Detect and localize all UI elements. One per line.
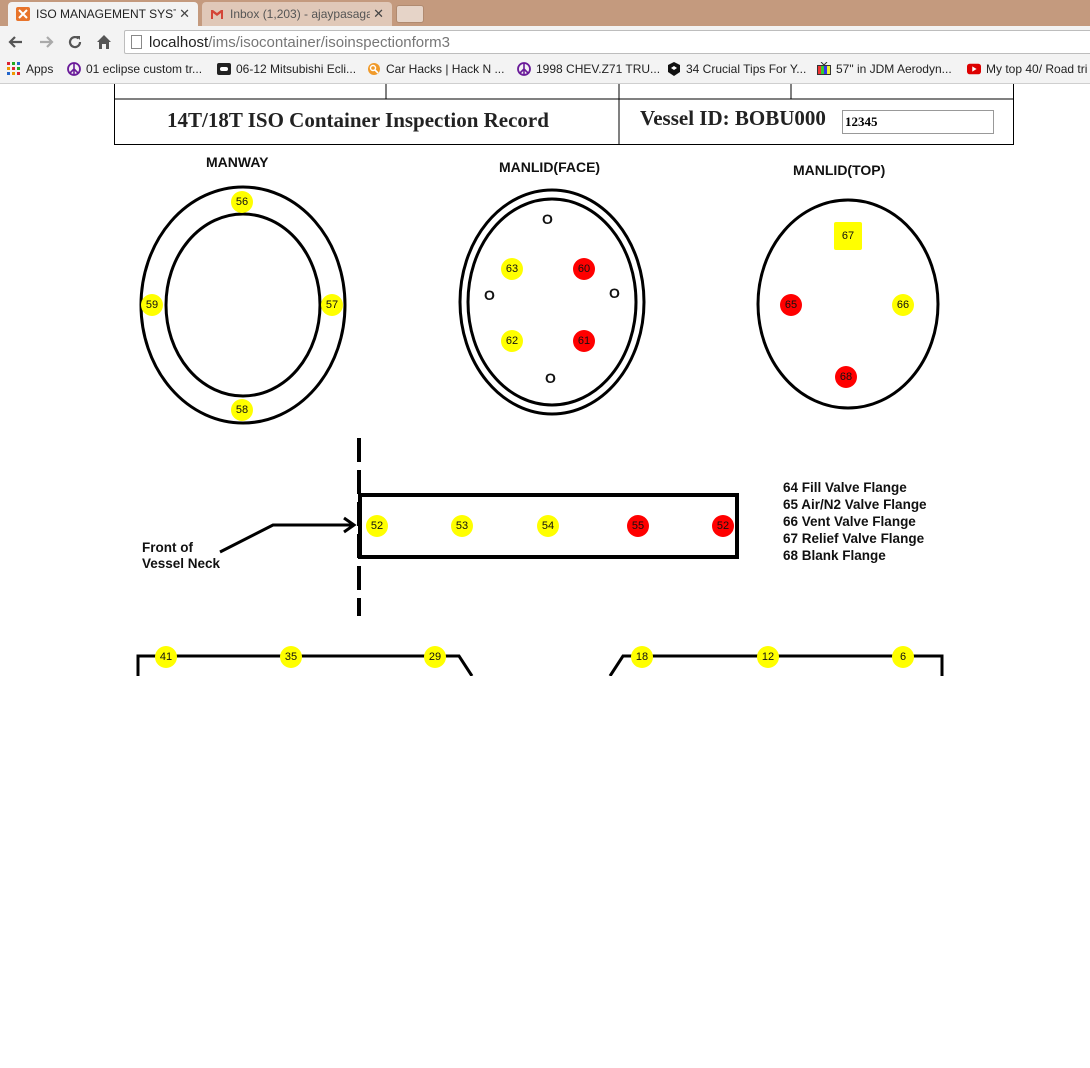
xampp-icon	[16, 7, 30, 21]
tv-icon	[817, 62, 831, 75]
tab-iso-management[interactable]: ISO MANAGEMENT SYSTE ✕	[8, 2, 198, 26]
inspection-point-marker[interactable]: 29	[424, 646, 446, 668]
peace-icon	[517, 62, 531, 76]
bookmark-crucial-tips[interactable]: 34 Crucial Tips For Y...	[667, 62, 806, 76]
address-bar[interactable]: localhost/ims/isocontainer/isoinspection…	[124, 30, 1090, 54]
manlid-top-label: MANLID(TOP)	[793, 162, 886, 178]
inspection-point-marker[interactable]: 18	[631, 646, 653, 668]
blank-page-area	[0, 676, 1090, 1068]
inspection-point-marker[interactable]: 54	[537, 515, 559, 537]
inspection-point-marker[interactable]: 55	[627, 515, 649, 537]
inspection-point-marker[interactable]: 66	[892, 294, 914, 316]
bookmark-label: Apps	[26, 62, 54, 76]
inspection-point-marker[interactable]: 63	[501, 258, 523, 280]
url-text: localhost/ims/isocontainer/isoinspection…	[149, 34, 450, 51]
inspection-point-marker[interactable]: 60	[573, 258, 595, 280]
inspection-point-marker[interactable]: 52	[366, 515, 388, 537]
vessel-id-input[interactable]	[842, 110, 994, 134]
bookmark-label: 1998 CHEV.Z71 TRU...	[536, 62, 661, 76]
bookmark-label: 34 Crucial Tips For Y...	[686, 62, 807, 76]
front-label-line2: Vessel Neck	[142, 556, 221, 571]
page-icon	[131, 35, 142, 49]
vessel-id-label: Vessel ID: BOBU000	[640, 106, 826, 130]
inspection-point-marker[interactable]: 61	[573, 330, 595, 352]
bookmark-chev[interactable]: 1998 CHEV.Z71 TRU...	[517, 62, 660, 76]
tab-label: ISO MANAGEMENT SYSTE	[36, 7, 176, 21]
form-header-table: 14T/18T ISO Container Inspection Record …	[114, 84, 1014, 145]
face-o-mark: O	[542, 211, 553, 227]
face-o-mark: O	[545, 370, 556, 386]
manlid-face-label: MANLID(FACE)	[499, 159, 601, 175]
form-title: 14T/18T ISO Container Inspection Record	[167, 108, 549, 132]
bookmark-jdm-aerodyn[interactable]: 57" in JDM Aerodyn...	[817, 62, 952, 76]
close-tab-icon[interactable]: ✕	[179, 6, 190, 22]
bookmark-apps[interactable]: Apps	[7, 62, 53, 76]
bookmark-label: 01 eclipse custom tr...	[86, 62, 203, 76]
legend-item: 67 Relief Valve Flange	[783, 531, 925, 546]
new-tab-button[interactable]	[396, 5, 424, 23]
inspection-point-marker[interactable]: 52	[712, 515, 734, 537]
back-arrow-icon[interactable]	[6, 32, 26, 52]
tab-gmail-inbox[interactable]: Inbox (1,203) - ajaypasaga ✕	[202, 2, 392, 26]
peace-icon	[67, 62, 81, 76]
inspection-point-marker[interactable]: 41	[155, 646, 177, 668]
legend-item: 64 Fill Valve Flange	[783, 480, 907, 495]
bookmark-road-trip[interactable]: My top 40/ Road tri	[967, 62, 1087, 76]
search-badge-icon	[368, 63, 380, 75]
inspection-point-marker[interactable]: 57	[321, 294, 343, 316]
apps-grid-icon	[7, 62, 20, 75]
browser-tabstrip: ISO MANAGEMENT SYSTE ✕ Inbox (1,203) - a…	[0, 0, 1090, 26]
browser-toolbar: localhost/ims/isocontainer/isoinspection…	[0, 26, 1090, 58]
inspection-point-marker[interactable]: 59	[141, 294, 163, 316]
home-icon[interactable]	[94, 32, 114, 52]
bookmark-label: My top 40/ Road tri	[986, 62, 1088, 76]
tab-label: Inbox (1,203) - ajaypasaga	[230, 7, 370, 21]
close-tab-icon[interactable]: ✕	[373, 6, 384, 22]
inspection-point-marker[interactable]: 58	[231, 399, 253, 421]
car-forum-icon	[217, 63, 231, 75]
bookmark-label: 06-12 Mitsubishi Ecli...	[236, 62, 357, 76]
forward-arrow-icon[interactable]	[36, 32, 56, 52]
legend-item: 65 Air/N2 Valve Flange	[783, 497, 927, 512]
inspection-point-marker[interactable]: 12	[757, 646, 779, 668]
inspection-point-marker[interactable]: 56	[231, 191, 253, 213]
inspection-point-marker[interactable]: 65	[780, 294, 802, 316]
inspection-point-marker[interactable]: 53	[451, 515, 473, 537]
manway-label: MANWAY	[206, 154, 269, 170]
url-host: localhost	[149, 34, 209, 51]
bookmark-label: Car Hacks | Hack N ...	[386, 62, 505, 76]
inspection-point-marker[interactable]: 67	[834, 222, 862, 250]
bookmark-eclipse[interactable]: 01 eclipse custom tr...	[67, 62, 202, 76]
reload-icon[interactable]	[65, 32, 85, 52]
inspection-point-marker[interactable]: 6	[892, 646, 914, 668]
bookmarks-bar: Apps 01 eclipse custom tr... 06-12 Mitsu…	[0, 58, 1090, 84]
inspection-point-marker[interactable]: 62	[501, 330, 523, 352]
face-o-mark: O	[609, 285, 620, 301]
inspection-point-marker[interactable]: 35	[280, 646, 302, 668]
face-o-mark: O	[484, 287, 495, 303]
inspection-point-marker[interactable]: 68	[835, 366, 857, 388]
bookmark-car-hacks[interactable]: Car Hacks | Hack N ...	[367, 62, 504, 76]
url-path: /ims/isocontainer/isoinspectionform3	[208, 34, 450, 51]
front-label-line1: Front of	[142, 540, 193, 555]
legend-item: 68 Blank Flange	[783, 548, 886, 563]
legend-item: 66 Vent Valve Flange	[783, 514, 916, 529]
shield-logo-icon	[668, 62, 680, 76]
gmail-icon	[211, 10, 223, 19]
bookmark-label: 57" in JDM Aerodyn...	[836, 62, 952, 76]
bookmark-mitsubishi[interactable]: 06-12 Mitsubishi Ecli...	[217, 62, 356, 76]
front-of-vessel-neck-label: Front of Vessel Neck	[142, 540, 220, 571]
youtube-icon	[967, 63, 981, 75]
